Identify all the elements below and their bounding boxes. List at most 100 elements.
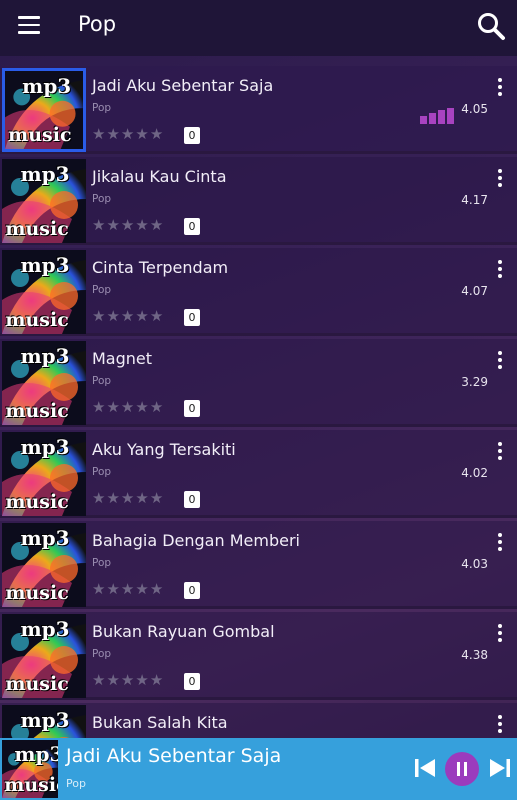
- star-icon[interactable]: ★: [92, 672, 105, 688]
- star-icon[interactable]: ★: [150, 672, 163, 688]
- star-icon[interactable]: ★: [106, 399, 119, 415]
- star-icon[interactable]: ★: [135, 217, 148, 233]
- pause-button[interactable]: [445, 752, 479, 786]
- song-genre: Pop: [92, 284, 112, 296]
- star-icon[interactable]: ★: [135, 399, 148, 415]
- thumb-label-mp3: mp3: [22, 74, 72, 99]
- song-duration: 4.02: [461, 466, 488, 480]
- song-row[interactable]: mp3 music Bukan Rayuan Gombal Pop ★ ★ ★ ★ ★ 0 4.38: [0, 612, 517, 700]
- more-vert-icon[interactable]: [493, 260, 507, 282]
- song-row[interactable]: mp3 music Aku Yang Tersakiti Pop ★ ★ ★ ★ ★ 0 4.02: [0, 430, 517, 518]
- star-icon[interactable]: ★: [106, 217, 119, 233]
- rating-count: 0: [184, 218, 200, 235]
- page-title: Pop: [78, 12, 117, 36]
- skip-previous-icon[interactable]: [413, 756, 437, 780]
- star-icon[interactable]: ★: [106, 308, 119, 324]
- song-genre: Pop: [92, 648, 112, 660]
- song-row[interactable]: mp3 music Jikalau Kau Cinta Pop ★ ★ ★ ★ ★ 0 4.17: [0, 157, 517, 245]
- star-icon[interactable]: ★: [92, 308, 105, 324]
- more-vert-icon[interactable]: [493, 169, 507, 191]
- song-list: mp3 music Jadi Aku Sebentar Saja Pop ★ ★ ★ ★ ★ 0 4…: [0, 66, 517, 738]
- more-vert-icon[interactable]: [493, 78, 507, 100]
- thumb-label-music: music: [4, 773, 58, 796]
- song-row[interactable]: mp3 music Magnet Pop ★ ★ ★ ★ ★ 0 3.29: [0, 339, 517, 427]
- star-icon[interactable]: ★: [106, 581, 119, 597]
- song-row[interactable]: mp3 music Bahagia Dengan Memberi Pop ★ ★ ★ ★ ★ 0 4…: [0, 521, 517, 609]
- rating-stars[interactable]: ★ ★ ★ ★ ★: [92, 672, 163, 688]
- rating-stars[interactable]: ★ ★ ★ ★ ★: [92, 490, 163, 506]
- star-icon[interactable]: ★: [92, 581, 105, 597]
- rating-stars[interactable]: ★ ★ ★ ★ ★: [92, 308, 163, 324]
- now-playing-bar[interactable]: mp3 music Jadi Aku Sebentar Saja Pop: [0, 738, 517, 800]
- thumb-label-music: music: [5, 581, 69, 604]
- star-icon[interactable]: ★: [150, 490, 163, 506]
- more-vert-icon[interactable]: [493, 624, 507, 646]
- star-icon[interactable]: ★: [106, 672, 119, 688]
- song-title: Jikalau Kau Cinta: [92, 167, 227, 186]
- star-icon[interactable]: ★: [121, 126, 134, 142]
- app-bar: Pop: [0, 0, 517, 56]
- star-icon[interactable]: ★: [121, 581, 134, 597]
- rating-count: 0: [184, 309, 200, 326]
- more-vert-icon[interactable]: [493, 351, 507, 373]
- song-artwork: mp3music: [2, 705, 86, 738]
- thumb-label-mp3: mp3: [20, 435, 70, 460]
- song-row[interactable]: mp3 music Jadi Aku Sebentar Saja Pop ★ ★ ★ ★ ★ 0 4…: [0, 66, 517, 154]
- star-icon[interactable]: ★: [121, 672, 134, 688]
- more-vert-icon[interactable]: [493, 442, 507, 464]
- more-vert-icon[interactable]: [493, 715, 507, 737]
- thumb-label-mp3: mp3: [20, 253, 70, 278]
- star-icon[interactable]: ★: [150, 399, 163, 415]
- star-icon[interactable]: ★: [121, 399, 134, 415]
- song-artwork: mp3music: [2, 614, 86, 698]
- star-icon[interactable]: ★: [135, 581, 148, 597]
- star-icon[interactable]: ★: [150, 126, 163, 142]
- thumb-label-music: music: [5, 672, 69, 695]
- song-duration: 4.38: [461, 648, 488, 662]
- star-icon[interactable]: ★: [150, 581, 163, 597]
- rating-stars[interactable]: ★ ★ ★ ★ ★: [92, 217, 163, 233]
- skip-next-icon[interactable]: [488, 756, 512, 780]
- song-title: Aku Yang Tersakiti: [92, 440, 236, 459]
- song-artwork: mp3 music: [2, 341, 86, 425]
- star-icon[interactable]: ★: [92, 126, 105, 142]
- song-genre: Pop: [92, 375, 112, 387]
- star-icon[interactable]: ★: [150, 308, 163, 324]
- rating-stars[interactable]: ★ ★ ★ ★ ★: [92, 399, 163, 415]
- star-icon[interactable]: ★: [92, 490, 105, 506]
- song-artwork: mp3music: [2, 432, 86, 516]
- song-row[interactable]: mp3 music Cinta Terpendam Pop ★ ★ ★ ★ ★ 0 4.07: [0, 248, 517, 336]
- now-playing-genre: Pop: [66, 777, 86, 790]
- song-title: Jadi Aku Sebentar Saja: [92, 76, 274, 95]
- star-icon[interactable]: ★: [135, 672, 148, 688]
- song-artwork: mp3music: [2, 159, 86, 243]
- star-icon[interactable]: ★: [121, 308, 134, 324]
- star-icon[interactable]: ★: [92, 217, 105, 233]
- search-icon[interactable]: [476, 11, 506, 41]
- star-icon[interactable]: ★: [135, 308, 148, 324]
- rating-stars[interactable]: ★ ★ ★ ★ ★: [92, 126, 163, 142]
- star-icon[interactable]: ★: [121, 217, 134, 233]
- song-title: Magnet: [92, 349, 153, 368]
- thumb-label-music: music: [5, 399, 69, 422]
- rating-count: 0: [184, 400, 200, 417]
- song-genre: Pop: [92, 557, 112, 569]
- star-icon[interactable]: ★: [106, 126, 119, 142]
- star-icon[interactable]: ★: [106, 490, 119, 506]
- star-icon[interactable]: ★: [92, 399, 105, 415]
- rating-stars[interactable]: ★ ★ ★ ★ ★: [92, 581, 163, 597]
- star-icon[interactable]: ★: [135, 490, 148, 506]
- song-duration: 4.17: [461, 193, 488, 207]
- thumb-label-mp3: mp3: [20, 344, 70, 369]
- song-title: Bahagia Dengan Memberi: [92, 531, 300, 550]
- star-icon[interactable]: ★: [135, 126, 148, 142]
- star-icon[interactable]: ★: [150, 217, 163, 233]
- more-vert-icon[interactable]: [493, 533, 507, 555]
- song-row[interactable]: mp3musicBukan Salah KitaPop★★★★★0: [0, 703, 517, 738]
- song-duration: 4.05: [461, 102, 488, 116]
- star-icon[interactable]: ★: [121, 490, 134, 506]
- song-artwork: mp3music: [2, 250, 86, 334]
- menu-icon[interactable]: [18, 16, 40, 34]
- song-artwork: mp3music: [2, 68, 86, 152]
- rating-count: 0: [184, 582, 200, 599]
